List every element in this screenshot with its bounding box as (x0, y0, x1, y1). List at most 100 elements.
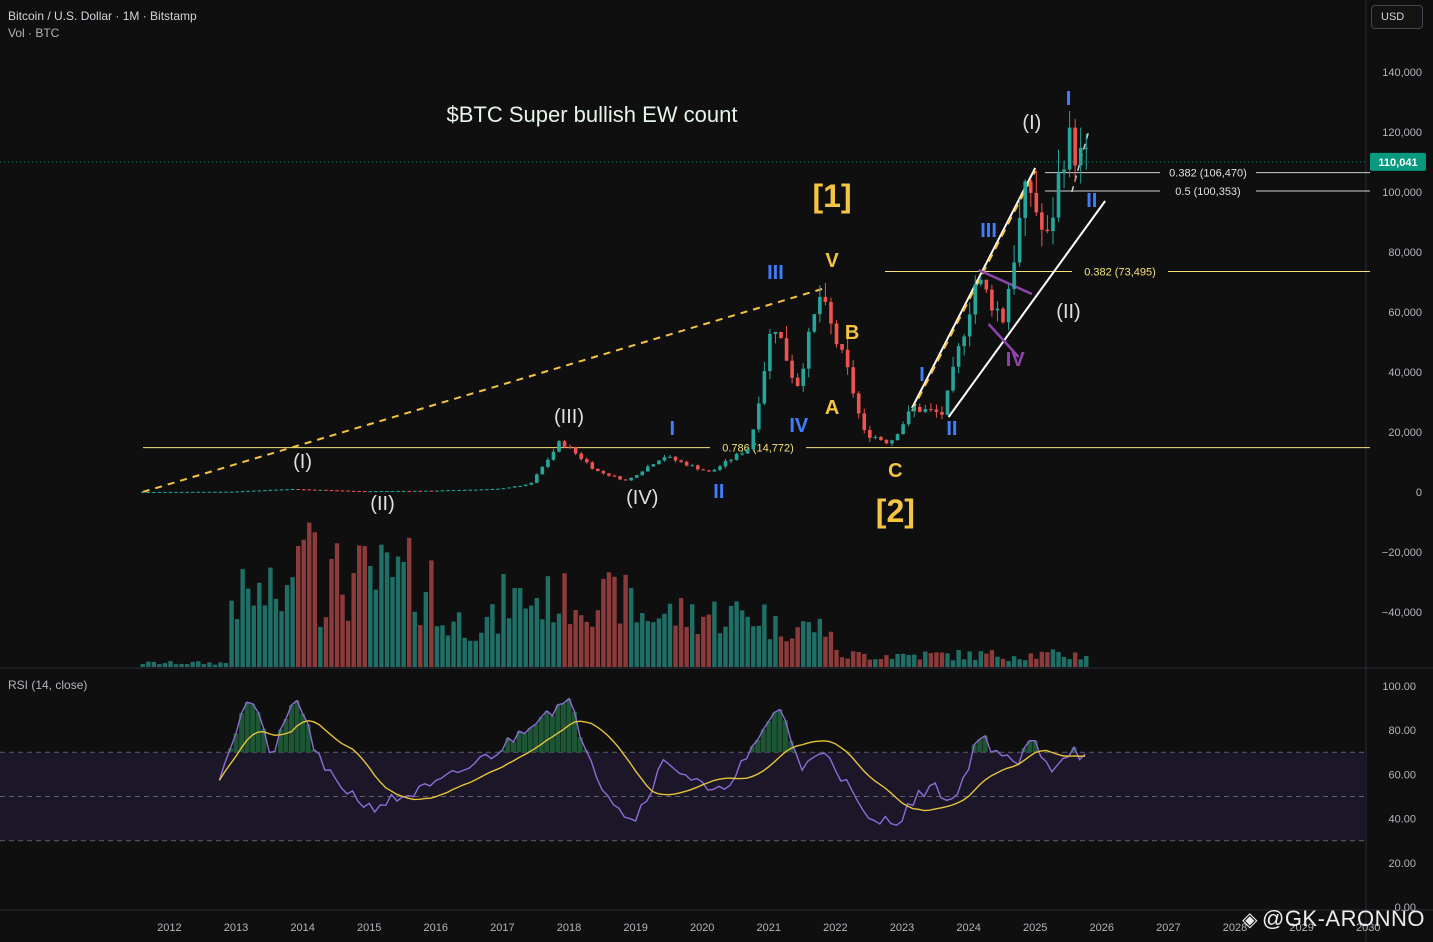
volume-bar (495, 633, 501, 667)
volume-bar (501, 573, 506, 667)
volume-bar (406, 537, 412, 667)
volume-bar (1023, 660, 1028, 667)
volume-bar (889, 658, 895, 667)
price-tick-label: 0 (1416, 487, 1422, 499)
volume-bar (956, 649, 961, 667)
volume-bar (1039, 651, 1045, 667)
volume-bar (534, 598, 540, 667)
volume-bar (812, 632, 817, 667)
volume-bar (684, 626, 689, 667)
volume-bar (229, 600, 234, 667)
fib-level-label: 0.5 (100,353) (1175, 186, 1240, 198)
volume-bar (961, 659, 967, 667)
volume-bar (662, 613, 667, 667)
candle-body (523, 484, 528, 487)
volume-bar (1000, 658, 1006, 667)
candle-body (979, 279, 983, 285)
candle-body (174, 491, 178, 493)
currency-button[interactable]: USD (1371, 5, 1423, 29)
candle-body (568, 446, 572, 448)
price-tick-label: 20,000 (1388, 427, 1422, 439)
watermark: ◈ @GK-ARONNO (1242, 906, 1425, 932)
price-tick-label: 100,000 (1382, 187, 1422, 199)
volume-bar (1072, 652, 1078, 667)
candle-body (485, 489, 489, 491)
volume-bar (739, 610, 745, 667)
rsi-label: RSI (14, close) (8, 678, 88, 692)
candle-body (890, 440, 894, 444)
volume-bar (690, 604, 695, 667)
time-tick-label: 2014 (290, 922, 314, 934)
volume-bar (468, 640, 473, 667)
candle-body (773, 331, 778, 334)
volume-bar (268, 567, 273, 667)
candle-body (507, 487, 511, 489)
candle-body (501, 488, 506, 490)
wave-label: III (980, 220, 997, 242)
candle-body (879, 437, 883, 440)
volume-bar (440, 625, 445, 667)
candle-body (934, 409, 939, 412)
volume-bar (423, 591, 429, 667)
candle-body (540, 466, 545, 475)
volume-bar (756, 625, 762, 667)
time-tick-label: 2021 (757, 922, 781, 934)
volume-bar (778, 636, 784, 667)
candle-body (868, 430, 872, 438)
volume-bar (379, 544, 384, 667)
volume-bar (556, 613, 562, 667)
candle-body (518, 486, 522, 488)
volume-bar (640, 613, 645, 667)
candle-body (973, 284, 978, 315)
candle-body (435, 490, 439, 492)
volume-bar (856, 651, 861, 667)
candle-body (690, 465, 695, 467)
volume-bar (645, 621, 651, 667)
wave-label: IV (1006, 349, 1026, 371)
candle-body (190, 491, 195, 493)
volume-bar (573, 610, 578, 667)
volume-bar (801, 621, 806, 667)
candle-body (279, 489, 284, 491)
volume-bar (529, 605, 534, 667)
candle-body (401, 490, 406, 492)
candle-body (274, 489, 278, 491)
candle-body (823, 296, 828, 302)
volume-bar (434, 626, 440, 667)
candle-body (240, 491, 245, 493)
volume-bar (884, 655, 889, 667)
volume-bar (628, 588, 634, 667)
candle-body (762, 371, 767, 404)
candle-body (179, 491, 184, 493)
wave-label: I (669, 418, 675, 440)
candle-body (590, 462, 595, 469)
volume-bar (273, 598, 279, 667)
volume-bar (579, 615, 584, 667)
price-tick-label: 80,000 (1388, 247, 1422, 259)
volume-bar (989, 650, 995, 667)
candle-body (1017, 217, 1022, 263)
volume-bar (745, 616, 750, 667)
candle-body (440, 490, 445, 492)
rsi-tick-label: 100.00 (1382, 681, 1416, 693)
volume-bar (939, 652, 945, 667)
candle-body (712, 469, 717, 472)
candle-body (390, 491, 395, 493)
volume-bar (212, 664, 218, 667)
volume-bar (479, 632, 484, 667)
diamond-logo-icon: ◈ (1242, 909, 1258, 931)
volume-bar (828, 631, 834, 667)
candle-body (757, 403, 761, 430)
candle-body (473, 489, 478, 491)
volume-bar (945, 653, 950, 667)
candle-body (1006, 288, 1011, 323)
candle-body (684, 461, 689, 466)
volume-bar (762, 604, 767, 667)
volume-bar (362, 546, 367, 667)
candle-body (218, 491, 223, 493)
time-tick-label: 2027 (1156, 922, 1180, 934)
chart-canvas[interactable]: 0.786 (14,772) 0.382 (73,495) 0.382 (106,4… (0, 0, 1433, 942)
candle-body (329, 490, 334, 492)
candle-body (229, 491, 234, 493)
volume-bar (967, 651, 972, 667)
